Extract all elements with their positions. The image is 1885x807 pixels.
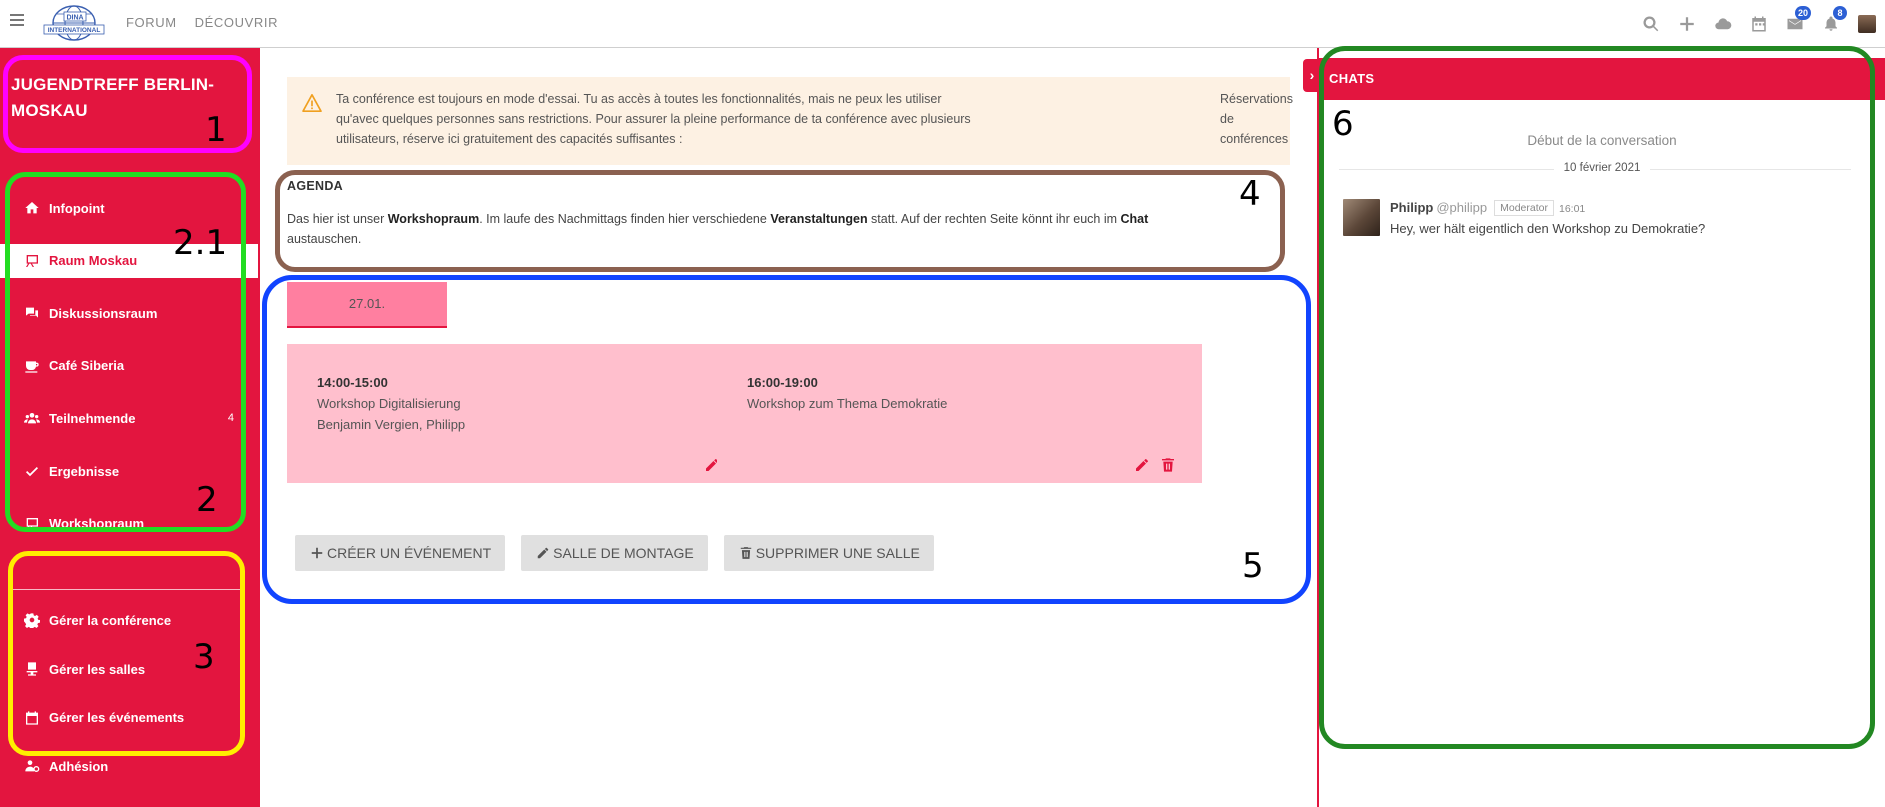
chat-title: CHATS (1319, 58, 1885, 100)
warning-icon (302, 94, 322, 112)
create-event-button[interactable]: CRÉER UN ÉVÉNEMENT (295, 535, 506, 571)
room-actions: CRÉER UN ÉVÉNEMENT SALLE DE MONTAGE SUPP… (295, 535, 934, 571)
event-time: 16:00-19:00 (747, 375, 818, 390)
hamburger-menu-icon[interactable] (10, 14, 24, 28)
sidebar-item-ergebnisse[interactable]: Ergebnisse (0, 445, 260, 498)
chalkboard-icon (26, 517, 38, 530)
event-card[interactable]: 14:00-15:00 Workshop Digitalisierung Ben… (287, 344, 772, 483)
room-nav: Infopoint Raum Moskau Diskussionsraum Ca… (0, 182, 260, 550)
top-nav: FORUM DÉCOUVRIR (126, 15, 278, 30)
mail-badge: 20 (1794, 6, 1811, 20)
delete-room-button[interactable]: SUPPRIMER UNE SALLE (723, 535, 934, 571)
sidebar-item-label: Workshopraum (49, 516, 145, 532)
edit-room-button[interactable]: SALLE DE MONTAGE (521, 535, 708, 571)
bell-icon[interactable]: 8 (1813, 6, 1849, 38)
sidebar-item-label: Gérer les événements (49, 710, 185, 726)
avatar[interactable] (1343, 199, 1380, 236)
sidebar-item-infopoint[interactable]: Infopoint (0, 182, 260, 235)
trial-notice: Ta conférence est toujours en mode d'ess… (287, 77, 1293, 165)
sidebar-item-label: Gérer la conférence (49, 612, 172, 628)
message-text: Hey, wer hält eigentlich den Workshop zu… (1390, 221, 1706, 236)
home-icon (25, 202, 39, 214)
event-time: 14:00-15:00 (317, 375, 388, 390)
message-meta: Philipp @philipp Moderator 16:01 (1390, 200, 1585, 216)
chalkboard-icon (26, 254, 38, 267)
sidebar-item-gerer-evenements[interactable]: Gérer les événements (0, 693, 260, 742)
trash-icon[interactable] (1160, 457, 1176, 473)
svg-text:INTERNATIONAL: INTERNATIONAL (48, 27, 101, 34)
users-gear-icon (25, 760, 40, 773)
chat-date: 10 février 2021 (1319, 162, 1885, 174)
calendar-icon[interactable] (1741, 10, 1777, 38)
dina-logo[interactable]: DINA INTERNATIONAL (40, 5, 108, 42)
agenda-text: Das hier ist unser Workshopraum. Im lauf… (287, 212, 1149, 246)
top-bar: DINA INTERNATIONAL FORUM DÉCOUVRIR 20 8 (0, 0, 1885, 48)
sidebar-divider (12, 589, 244, 590)
conference-title: JUGENDTREFF BERLIN-MOSKAU (11, 75, 215, 120)
sidebar-item-gerer-conference[interactable]: Gérer la conférence (0, 596, 260, 645)
sidebar-item-label: Café Siberia (49, 358, 125, 374)
search-icon[interactable] (1633, 10, 1669, 38)
user-avatar[interactable] (1849, 10, 1885, 38)
top-icons: 20 8 (1633, 6, 1885, 38)
check-icon (26, 467, 38, 477)
event-title: Workshop zum Thema Demokratie (747, 396, 948, 411)
sidebar-item-label: Teilnehmende (49, 410, 136, 426)
role-badge: Moderator (1494, 200, 1554, 216)
lectern-icon (26, 662, 38, 676)
chat-panel: CHATS Début de la conversation 10 févrie… (1319, 48, 1885, 807)
sidebar-item-teilnehmende[interactable]: Teilnehmende 4 (0, 392, 260, 445)
sidebar-item-label: Diskussionsraum (49, 305, 158, 321)
agenda-section: AGENDA Das hier ist unser Workshopraum. … (287, 179, 1290, 249)
message-author[interactable]: Philipp (1390, 200, 1433, 215)
conference-reservation-link[interactable]: Réservations de conférences (1220, 89, 1305, 149)
event-card[interactable]: 16:00-19:00 Workshop zum Thema Demokrati… (717, 344, 1202, 483)
sidebar-item-label: Gérer les salles (49, 661, 146, 677)
main-content: Ta conférence est toujours en mode d'ess… (260, 48, 1317, 807)
trial-notice-text: Ta conférence est toujours en mode d'ess… (336, 92, 971, 146)
users-icon (24, 413, 40, 424)
mail-icon[interactable]: 20 (1777, 6, 1813, 38)
cloud-icon[interactable] (1705, 10, 1741, 38)
sidebar-item-workshopraum[interactable]: Workshopraum (0, 497, 260, 550)
event-people: Benjamin Vergien, Philipp (317, 417, 466, 432)
bell-badge: 8 (1833, 6, 1847, 20)
calendar-icon (26, 711, 38, 725)
message-handle: @philipp (1436, 200, 1488, 215)
participant-count: 4 (227, 412, 234, 425)
message-time: 16:01 (1558, 203, 1586, 215)
plus-icon[interactable] (1669, 10, 1705, 38)
pencil-icon[interactable] (1134, 457, 1150, 473)
sidebar-item-raum-moskau[interactable]: Raum Moskau (0, 243, 258, 278)
svg-text:DINA: DINA (66, 15, 83, 22)
pencil-icon (537, 547, 549, 559)
coffee-icon (25, 361, 39, 373)
conversation-start: Début de la conversation (1527, 133, 1677, 148)
gear-icon (24, 613, 40, 629)
sidebar: JUGENDTREFF BERLIN-MOSKAU Infopoint Raum… (0, 48, 260, 807)
event-title: Workshop Digitalisierung (317, 396, 461, 411)
nav-forum[interactable]: FORUM (126, 15, 177, 30)
plus-icon (311, 547, 323, 559)
agenda-title: AGENDA (287, 179, 343, 193)
comments-icon (26, 307, 38, 318)
sidebar-item-diskussionsraum[interactable]: Diskussionsraum (0, 287, 260, 340)
sidebar-item-label: Ergebnisse (49, 463, 120, 479)
sidebar-item-gerer-salles[interactable]: Gérer les salles (0, 645, 260, 694)
sidebar-item-cafe-siberia[interactable]: Café Siberia (0, 339, 260, 392)
trash-icon (740, 547, 751, 559)
sidebar-item-label: Raum Moskau (49, 253, 138, 269)
sidebar-item-adhesion[interactable]: Adhésion (0, 742, 260, 791)
sidebar-item-label: Infopoint (49, 200, 105, 216)
sidebar-item-label: Adhésion (49, 758, 109, 774)
admin-nav: Gérer la conférence Gérer les salles Gér… (0, 596, 260, 791)
nav-decouvrir[interactable]: DÉCOUVRIR (195, 15, 278, 30)
date-tab[interactable]: 27.01. (287, 282, 447, 328)
